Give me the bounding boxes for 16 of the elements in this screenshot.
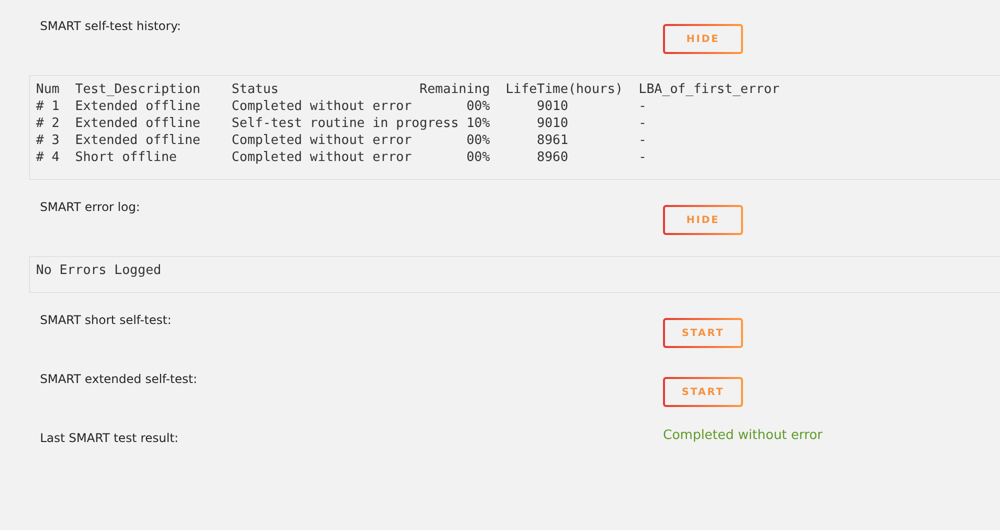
setting-label: SMART error log: <box>40 199 141 214</box>
action-button[interactable]: HIDE <box>663 24 743 54</box>
log-line: No Errors Logged <box>36 262 162 279</box>
log-line: Num Test_Description Status Remaining LifeTime(hours) LBA_of_first_error <box>36 81 781 98</box>
setting-label: Last SMART test result: <box>40 430 180 445</box>
log-line: # 1 Extended offline Completed without error 00% 9010 - <box>36 98 648 115</box>
log-line: # 4 Short offline Completed without error 00% 8960 - <box>36 149 648 166</box>
setting-label: SMART extended self-test: <box>40 371 198 386</box>
action-button[interactable]: START <box>663 377 743 407</box>
action-button[interactable]: HIDE <box>663 205 743 235</box>
result-text: Completed without error <box>663 427 824 443</box>
action-button[interactable]: START <box>663 318 743 348</box>
setting-label: SMART self-test history: <box>40 18 182 33</box>
setting-label: SMART short self-test: <box>40 312 172 327</box>
log-line: # 3 Extended offline Completed without error 00% 8961 - <box>36 132 648 149</box>
log-line: # 2 Extended offline Self-test routine in progress 10% 9010 - <box>36 115 648 132</box>
